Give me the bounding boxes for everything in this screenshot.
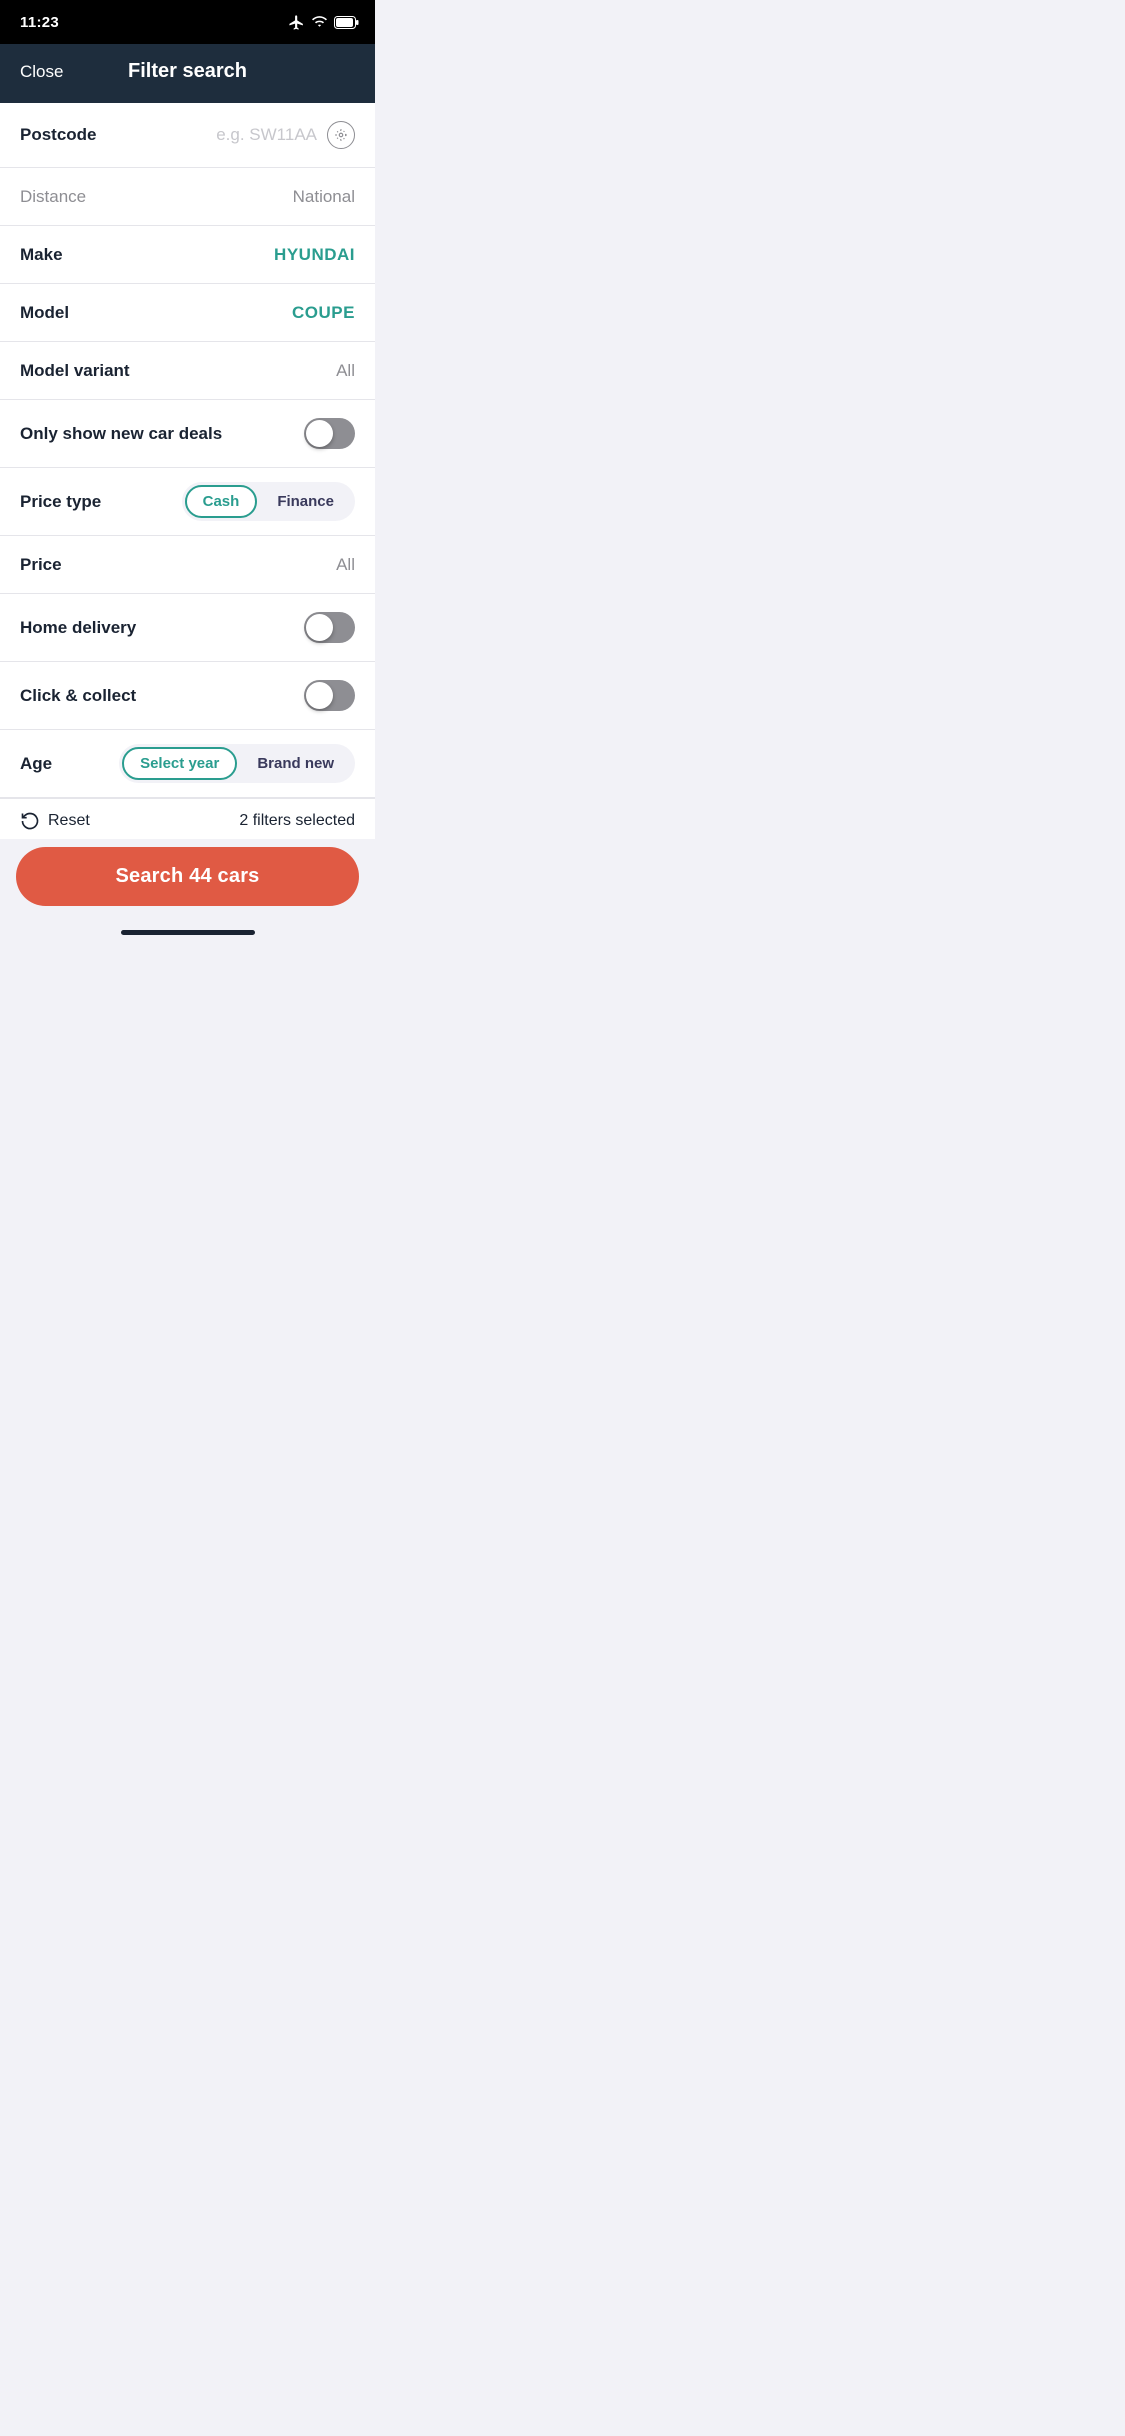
make-label: Make [20,245,63,265]
age-label: Age [20,754,52,774]
distance-label: Distance [20,187,86,207]
model-variant-label: Model variant [20,361,130,381]
model-variant-value: All [336,361,355,381]
distance-row[interactable]: Distance National [0,168,375,226]
toggle-knob [306,420,333,447]
toggle-knob-collect [306,682,333,709]
reset-button[interactable]: Reset [20,811,90,831]
new-car-deals-toggle[interactable] [304,418,355,449]
make-value: HYUNDAI [274,245,355,265]
home-delivery-row: Home delivery [0,594,375,662]
home-indicator [0,922,375,939]
reset-label: Reset [48,812,90,830]
status-bar: 11:23 [0,0,375,44]
click-collect-row: Click & collect [0,662,375,730]
distance-value: National [293,187,355,207]
price-label: Price [20,555,62,575]
model-row[interactable]: Model COUPE [0,284,375,342]
home-delivery-toggle[interactable] [304,612,355,643]
content: Postcode e.g. SW11AA Distance National M… [0,103,375,798]
toggle-knob-delivery [306,614,333,641]
status-icons [288,14,359,31]
price-value: All [336,555,355,575]
new-car-deals-label: Only show new car deals [20,424,222,444]
price-type-cash-button[interactable]: Cash [185,485,258,518]
click-collect-label: Click & collect [20,686,136,706]
search-button[interactable]: Search 44 cars [16,847,359,906]
header: Close Filter search [0,44,375,103]
price-type-finance-button[interactable]: Finance [259,485,352,518]
postcode-label: Postcode [20,125,97,145]
filters-selected: 2 filters selected [239,812,355,830]
price-type-row: Price type Cash Finance [0,468,375,536]
new-car-deals-row: Only show new car deals [0,400,375,468]
bottom-bar: Reset 2 filters selected [0,798,375,839]
location-icon[interactable] [327,121,355,149]
wifi-icon [311,14,328,31]
airplane-icon [288,14,305,31]
status-time: 11:23 [20,14,59,31]
postcode-row: Postcode e.g. SW11AA [0,103,375,168]
age-segment: Select year Brand new [119,744,355,783]
model-label: Model [20,303,69,323]
model-variant-row[interactable]: Model variant All [0,342,375,400]
price-row[interactable]: Price All [0,536,375,594]
battery-icon [334,16,359,29]
price-type-label: Price type [20,492,101,512]
home-indicator-bar [121,930,255,935]
postcode-placeholder: e.g. SW11AA [216,125,317,145]
postcode-right: e.g. SW11AA [216,121,355,149]
reset-icon [20,811,40,831]
make-row[interactable]: Make HYUNDAI [0,226,375,284]
price-type-segment: Cash Finance [182,482,355,521]
home-delivery-label: Home delivery [20,618,136,638]
age-row: Age Select year Brand new [0,730,375,798]
model-value: COUPE [292,303,355,323]
age-select-year-button[interactable]: Select year [122,747,237,780]
click-collect-toggle[interactable] [304,680,355,711]
age-brand-new-button[interactable]: Brand new [239,747,352,780]
close-button[interactable]: Close [20,62,63,82]
header-title: Filter search [128,60,247,83]
